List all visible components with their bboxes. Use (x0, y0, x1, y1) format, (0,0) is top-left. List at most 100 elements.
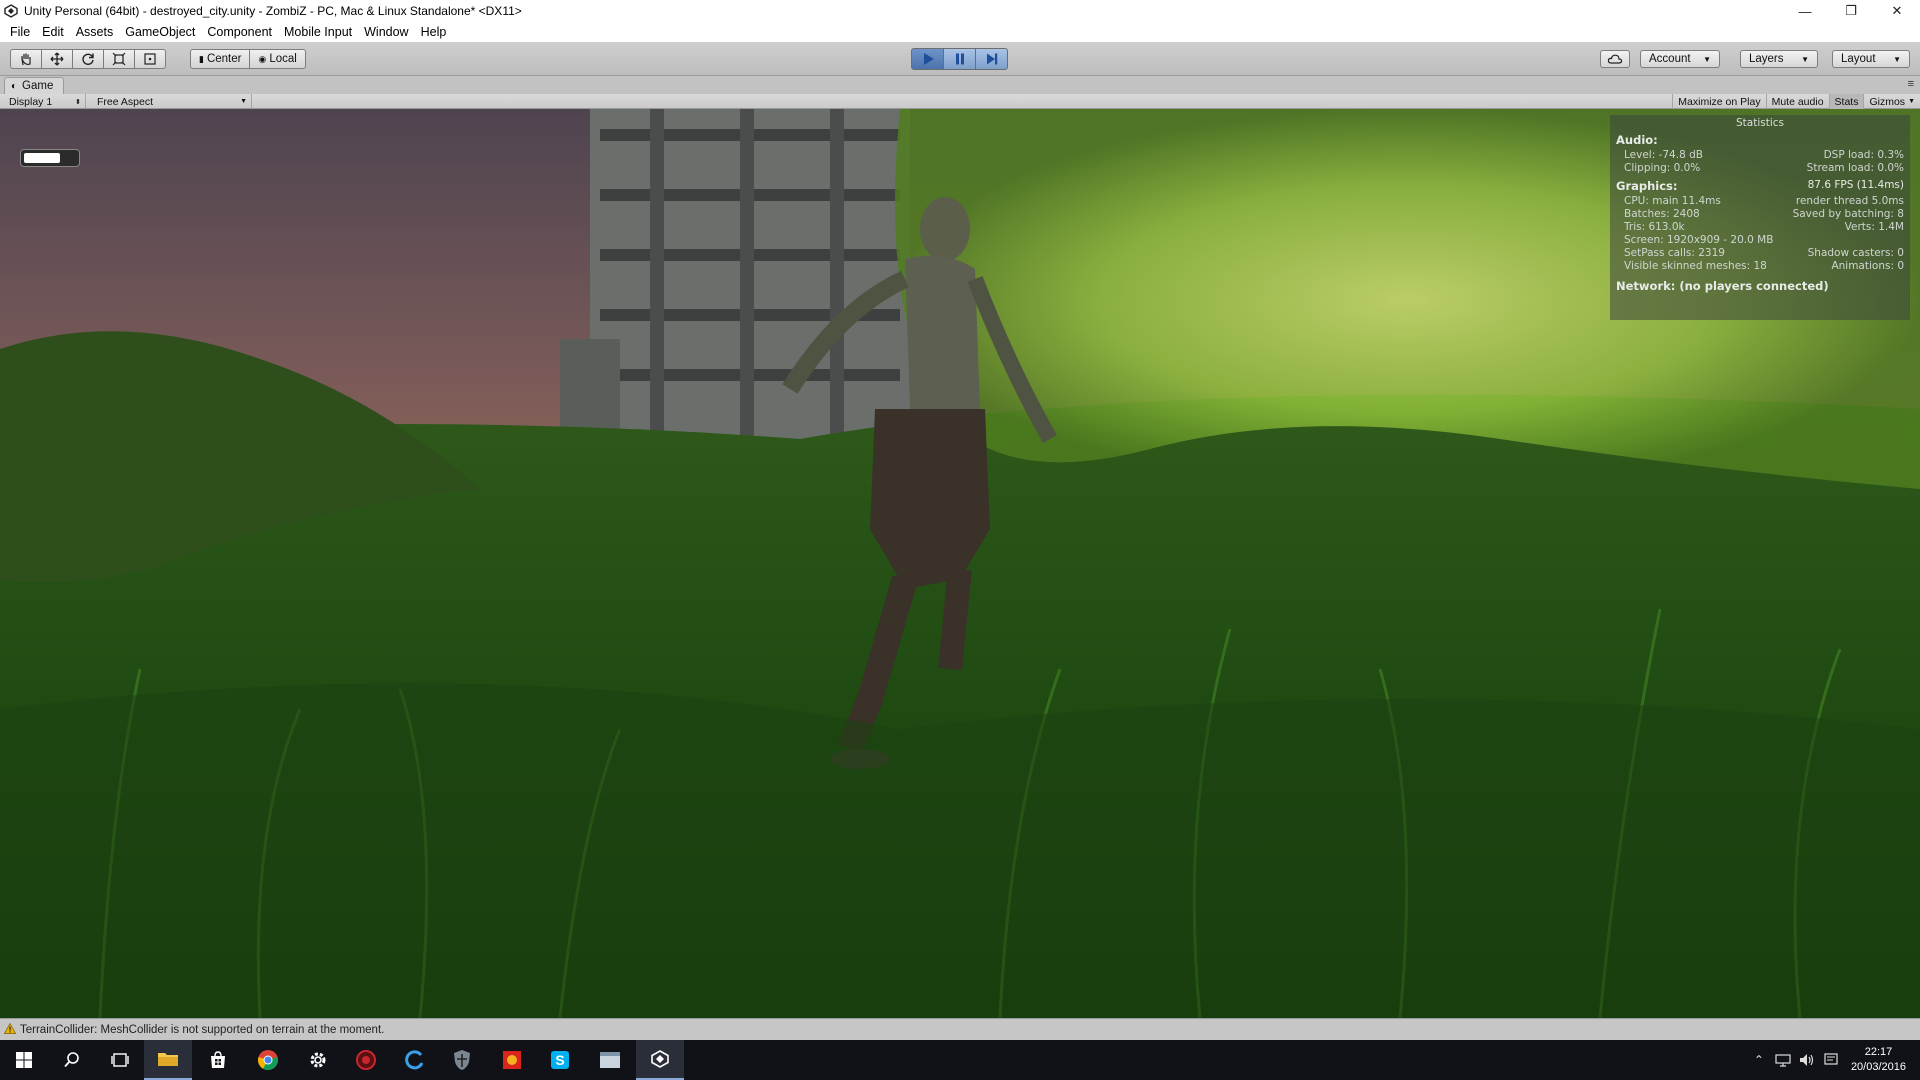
system-clock[interactable]: 22:17 20/03/2016 (1851, 1045, 1906, 1075)
gear-icon (310, 1052, 326, 1068)
display-dropdown[interactable]: Display 1 ⬍ (4, 94, 86, 109)
game-tab-label: Game (22, 80, 54, 92)
windows-logo-icon (16, 1052, 32, 1068)
window-title: Unity Personal (64bit) - destroyed_city.… (24, 4, 522, 18)
minimize-button[interactable]: — (1782, 0, 1828, 22)
taskbar-app-red-square[interactable] (488, 1040, 536, 1080)
account-dropdown[interactable]: Account ▼ (1640, 50, 1720, 68)
clock-time: 22:17 (1864, 1046, 1893, 1058)
scale-tool-button[interactable] (103, 49, 135, 69)
unity-logo-icon (4, 4, 18, 18)
taskbar-app-window[interactable] (586, 1040, 634, 1080)
updown-icon: ⬍ (75, 98, 81, 106)
tab-game[interactable]: ◐ Game (4, 77, 65, 94)
red-circle-app-icon (356, 1050, 376, 1070)
unity-logo-icon (651, 1050, 669, 1068)
dropdown-arrow-icon: ▼ (1703, 54, 1711, 64)
account-label: Account (1649, 53, 1691, 65)
pivot-local-button[interactable]: ◉ Local (249, 49, 306, 69)
chevron-up-icon[interactable]: ⌃ (1747, 1053, 1771, 1067)
dropdown-arrow-icon: ▼ (1801, 54, 1809, 64)
task-view-button[interactable] (96, 1040, 144, 1080)
warning-icon (3, 1022, 17, 1037)
console-status-bar[interactable]: TerrainCollider: MeshCollider is not sup… (0, 1018, 1920, 1040)
menu-assets[interactable]: Assets (70, 25, 120, 39)
title-bar: Unity Personal (64bit) - destroyed_city.… (0, 0, 1920, 22)
tab-menu-icon[interactable]: ≡ (1908, 78, 1914, 90)
taskbar-store[interactable] (194, 1040, 242, 1080)
hand-tool-button[interactable] (10, 49, 42, 69)
shadow-casters: Shadow casters: 0 (1807, 247, 1904, 259)
layout-dropdown[interactable]: Layout ▼ (1832, 50, 1910, 68)
network-status: Network: (no players connected) (1616, 279, 1829, 293)
pivot-toggles: ▮ Center ◉ Local (190, 49, 306, 69)
pivot-center-label: Center (206, 53, 242, 65)
dropdown-arrow-icon: ▼ (240, 98, 247, 105)
game-viewport[interactable]: Statistics Audio: Level: -74.8 dB DSP loa… (0, 109, 1920, 1018)
start-button[interactable] (0, 1040, 48, 1080)
volume-icon[interactable] (1795, 1053, 1819, 1067)
chrome-icon (258, 1050, 278, 1071)
playback-controls (911, 48, 1008, 70)
cloud-icon (1607, 54, 1623, 64)
mute-audio-toggle[interactable]: Mute audio (1765, 94, 1829, 109)
stream-load: Stream load: 0.0% (1806, 162, 1904, 174)
taskbar-app-blue[interactable] (390, 1040, 438, 1080)
fps-readout: 87.6 FPS (11.4ms) (1807, 179, 1904, 191)
rotate-tool-button[interactable] (72, 49, 104, 69)
tab-bar: ◐ Game ≡ (0, 76, 1920, 94)
menu-bar: File Edit Assets GameObject Component Mo… (0, 22, 1920, 42)
taskbar-app-red[interactable] (342, 1040, 390, 1080)
red-square-app-icon (503, 1051, 521, 1069)
menu-file[interactable]: File (4, 25, 36, 39)
pause-button[interactable] (943, 48, 976, 70)
stats-toggle[interactable]: Stats (1828, 94, 1864, 109)
transform-tools (10, 49, 166, 69)
scale-icon (112, 52, 126, 66)
main-toolbar: ▮ Center ◉ Local Account ▼ Layers ▼ Layout… (0, 42, 1920, 76)
svg-text:S: S (555, 1052, 564, 1068)
action-center-icon[interactable] (1819, 1053, 1843, 1067)
menu-mobile-input[interactable]: Mobile Input (278, 25, 358, 39)
search-button[interactable] (48, 1040, 96, 1080)
taskbar-unity[interactable] (636, 1040, 684, 1080)
move-tool-button[interactable] (41, 49, 73, 69)
pivot-center-button[interactable]: ▮ Center (190, 49, 251, 69)
shield-app-icon (454, 1050, 470, 1070)
dropdown-arrow-icon: ▼ (1893, 54, 1901, 64)
windows-taskbar: S ⌃ 22:17 20/03/2016 (0, 1040, 1920, 1080)
cloud-services-button[interactable] (1600, 50, 1630, 68)
menu-component[interactable]: Component (201, 25, 278, 39)
blue-swirl-app-icon (405, 1050, 424, 1070)
menu-gameobject[interactable]: GameObject (119, 25, 201, 39)
network-icon[interactable] (1771, 1053, 1795, 1067)
taskbar-skype[interactable]: S (536, 1040, 584, 1080)
layers-dropdown[interactable]: Layers ▼ (1740, 50, 1818, 68)
clock-date: 20/03/2016 (1850, 1061, 1906, 1073)
gizmos-dropdown[interactable]: Gizmos ▼ (1863, 94, 1920, 109)
taskbar-app-shield[interactable] (438, 1040, 486, 1080)
close-button[interactable]: ✕ (1874, 0, 1920, 22)
rect-transform-icon (144, 53, 156, 65)
menu-help[interactable]: Help (415, 25, 453, 39)
animations: Animations: 0 (1831, 260, 1904, 272)
step-button[interactable] (975, 48, 1008, 70)
menu-edit[interactable]: Edit (36, 25, 70, 39)
move-icon (50, 52, 64, 66)
play-button[interactable] (911, 48, 944, 70)
menu-window[interactable]: Window (358, 25, 414, 39)
verts: Verts: 1.4M (1844, 221, 1904, 233)
audio-heading: Audio: (1616, 133, 1658, 147)
aspect-dropdown[interactable]: Free Aspect ▼ (92, 94, 252, 109)
render-thread: render thread 5.0ms (1795, 195, 1904, 207)
maximize-on-play-toggle[interactable]: Maximize on Play (1672, 94, 1765, 109)
taskbar-settings[interactable] (294, 1040, 342, 1080)
pause-icon (955, 53, 964, 65)
audio-clipping: Clipping: 0.0% (1624, 162, 1701, 174)
health-fill (24, 153, 61, 163)
rect-tool-button[interactable] (134, 49, 166, 69)
taskbar-chrome[interactable] (244, 1040, 292, 1080)
taskbar-file-explorer[interactable] (144, 1040, 192, 1080)
store-bag-icon (211, 1051, 225, 1068)
restore-button[interactable]: ❐ (1828, 0, 1874, 22)
